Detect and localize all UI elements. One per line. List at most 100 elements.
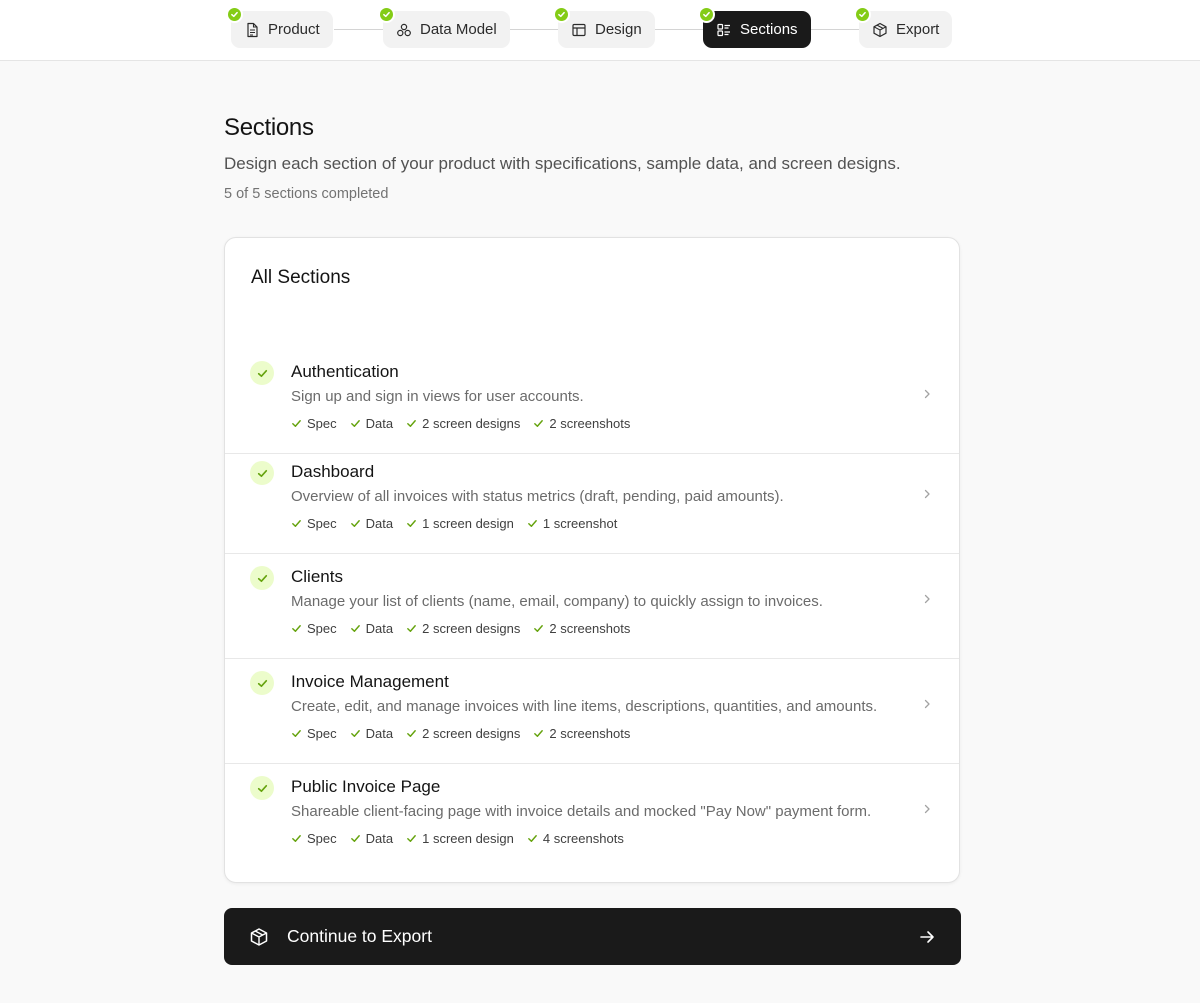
chevron-right-icon[interactable]	[921, 592, 933, 604]
check-icon	[406, 728, 417, 739]
section-name: Clients	[291, 567, 343, 586]
check-icon	[533, 623, 544, 634]
check-icon	[527, 833, 538, 844]
section-asset-label: 2 screen designs	[422, 726, 521, 741]
step-connector	[810, 29, 860, 30]
chevron-right-icon[interactable]	[921, 697, 933, 709]
step-label: Data Model	[420, 21, 497, 38]
section-asset-label: 2 screenshots	[549, 416, 631, 431]
check-icon	[291, 833, 302, 844]
page-title: Sections	[224, 114, 314, 141]
step-sections[interactable]: Sections	[698, 6, 811, 48]
check-icon	[350, 833, 361, 844]
check-icon	[291, 418, 302, 429]
check-icon	[406, 418, 417, 429]
section-complete-check-icon	[250, 361, 274, 385]
step-design[interactable]: Design	[553, 6, 655, 48]
section-asset: Data	[350, 516, 393, 531]
package-icon	[249, 927, 269, 947]
section-assets: Spec Data 2 screen designs 2 screenshots	[291, 621, 630, 636]
section-asset: Data	[350, 416, 393, 431]
section-asset-label: 1 screenshot	[542, 516, 618, 531]
section-complete-check-icon	[250, 671, 274, 695]
section-description: Create, edit, and manage invoices with l…	[291, 698, 878, 715]
step-export[interactable]: Export	[854, 6, 953, 48]
section-asset-label: 4 screenshots	[542, 831, 624, 846]
arrow-right-icon	[918, 928, 936, 946]
section-row[interactable]: Clients Manage your list of clients (name…	[225, 554, 959, 659]
section-asset-label: 1 screen design	[422, 516, 514, 531]
section-asset: 1 screen design	[406, 831, 514, 846]
section-description: Overview of all invoices with status met…	[291, 488, 784, 505]
chevron-right-icon[interactable]	[921, 487, 933, 499]
section-name: Authentication	[291, 362, 399, 381]
check-icon	[406, 518, 417, 529]
section-asset: Spec	[291, 621, 337, 636]
section-asset: Data	[350, 831, 393, 846]
progress-stepper: Product Data Model Design Sections Expor…	[0, 0, 1200, 61]
check-icon	[350, 418, 361, 429]
step-data-model[interactable]: Data Model	[378, 6, 510, 48]
section-asset-label: Spec	[307, 831, 337, 846]
step-complete-check-icon	[226, 6, 243, 23]
check-icon	[350, 518, 361, 529]
continue-button-label: Continue to Export	[287, 926, 432, 946]
section-assets: Spec Data 1 screen design 4 screenshots	[291, 831, 624, 846]
card-title: All Sections	[251, 267, 351, 288]
section-asset: Spec	[291, 831, 337, 846]
step-complete-check-icon	[378, 6, 395, 23]
section-asset: Data	[350, 726, 393, 741]
section-row[interactable]: Dashboard Overview of all invoices with s…	[225, 449, 959, 554]
section-asset-label: 1 screen design	[422, 831, 514, 846]
check-icon	[291, 728, 302, 739]
section-name: Public Invoice Page	[291, 777, 441, 796]
step-connector	[509, 29, 559, 30]
check-icon	[533, 418, 544, 429]
section-complete-check-icon	[250, 776, 274, 800]
section-asset-label: Spec	[307, 726, 337, 741]
section-asset: 2 screen designs	[406, 726, 520, 741]
step-connector	[334, 29, 384, 30]
check-icon	[406, 833, 417, 844]
continue-to-export-button[interactable]: Continue to Export	[224, 908, 961, 965]
section-assets: Spec Data 1 screen design 1 screenshot	[291, 516, 617, 531]
section-row[interactable]: Invoice Management Create, edit, and mana…	[225, 659, 959, 764]
section-row[interactable]: Authentication Sign up and sign in views …	[225, 349, 959, 454]
step-label: Design	[595, 21, 642, 38]
section-row[interactable]: Public Invoice Page Shareable client-faci…	[225, 764, 959, 869]
check-icon	[527, 518, 538, 529]
layout-icon	[571, 22, 587, 38]
section-asset: 4 screenshots	[527, 831, 624, 846]
section-asset-label: Data	[365, 621, 394, 636]
step-product[interactable]: Product	[226, 6, 333, 48]
section-asset: 2 screenshots	[533, 416, 630, 431]
section-description: Manage your list of clients (name, email…	[291, 593, 823, 610]
step-complete-check-icon	[854, 6, 871, 23]
section-asset-label: 2 screen designs	[422, 621, 521, 636]
chevron-right-icon[interactable]	[921, 802, 933, 814]
check-icon	[406, 623, 417, 634]
completion-status: 5 of 5 sections completed	[224, 186, 389, 202]
section-name: Dashboard	[291, 462, 375, 481]
section-asset: Spec	[291, 416, 337, 431]
step-complete-check-icon	[553, 6, 570, 23]
step-complete-check-icon	[698, 6, 715, 23]
section-asset-label: Spec	[307, 416, 337, 431]
section-asset: 2 screen designs	[406, 416, 520, 431]
section-asset-label: Data	[365, 416, 394, 431]
section-assets: Spec Data 2 screen designs 2 screenshots	[291, 416, 630, 431]
page-subtitle: Design each section of your product with…	[224, 154, 901, 173]
section-asset-label: Data	[365, 516, 394, 531]
step-label: Sections	[740, 21, 798, 38]
chevron-right-icon[interactable]	[921, 387, 933, 399]
network-icon	[396, 22, 412, 38]
section-asset: 1 screen design	[406, 516, 514, 531]
check-icon	[291, 518, 302, 529]
section-description: Sign up and sign in views for user accou…	[291, 388, 584, 405]
section-complete-check-icon	[250, 566, 274, 590]
list-icon	[716, 22, 732, 38]
sections-card: All Sections Authentication Sign up and s…	[224, 237, 960, 883]
document-icon	[244, 22, 260, 38]
section-asset: 1 screenshot	[527, 516, 617, 531]
section-complete-check-icon	[250, 461, 274, 485]
